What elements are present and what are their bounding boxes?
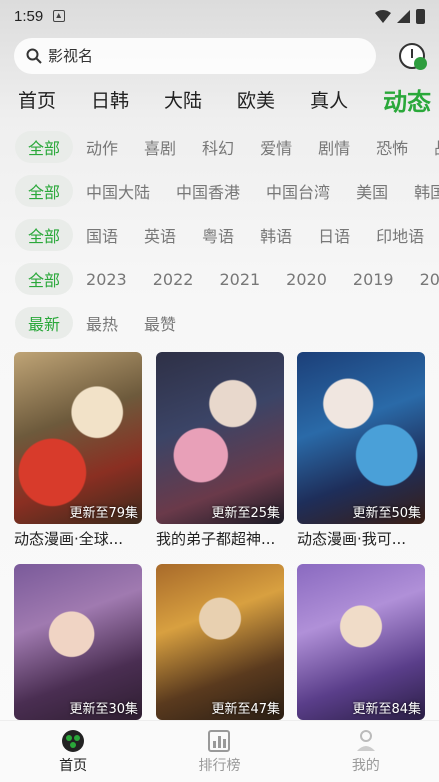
region-chip[interactable]: 韩国 — [401, 175, 439, 207]
language-chip[interactable]: 全部 — [15, 219, 74, 251]
update-badge: 更新至50集 — [352, 506, 421, 521]
search-row — [14, 38, 427, 74]
genre-chip[interactable]: 科幻 — [189, 131, 247, 163]
year-chip[interactable]: 2020 — [273, 266, 340, 293]
video-card[interactable]: 更新至30集 — [14, 564, 142, 720]
video-card[interactable]: 更新至79集 动态漫画·全球... — [14, 352, 142, 549]
video-card[interactable]: 更新至84集 — [297, 564, 425, 720]
video-card[interactable]: 更新至50集 动态漫画·我可... — [297, 352, 425, 549]
battery-icon — [416, 8, 425, 24]
poster-image: 更新至30集 — [14, 564, 142, 720]
nav-home[interactable]: 首页 — [23, 729, 123, 775]
search-input[interactable] — [48, 47, 348, 65]
main-tabs: 首页 日韩 大陆 欧美 真人 动态 — [0, 80, 439, 118]
clock-hand — [411, 49, 413, 58]
status-bar: 1:59 — [0, 0, 439, 32]
poster-image: 更新至79集 — [14, 352, 142, 524]
status-time: 1:59 — [14, 7, 44, 25]
year-chip[interactable]: 2021 — [206, 266, 273, 293]
bottom-nav: 首页 排行榜 我的 — [0, 720, 439, 782]
video-card[interactable]: 更新至47集 — [156, 564, 284, 720]
status-indicators — [375, 8, 425, 24]
year-filter-row: 全部 2023 2022 2021 2020 2019 2018 — [0, 263, 439, 295]
sort-chip[interactable]: 最热 — [73, 307, 131, 339]
language-chip[interactable]: 日语 — [305, 219, 363, 251]
tab-mainland[interactable]: 大陆 — [164, 86, 202, 113]
card-title: 动态漫画·全球... — [14, 530, 124, 548]
update-badge: 更新至84集 — [352, 702, 421, 717]
sort-filter-row: 最新 最热 最赞 — [0, 307, 439, 339]
poster-image: 更新至47集 — [156, 564, 284, 720]
search-box[interactable] — [14, 38, 376, 74]
nav-profile-label: 我的 — [351, 757, 380, 774]
bar-chart-icon — [208, 729, 231, 752]
genre-chip[interactable]: 剧情 — [305, 131, 363, 163]
year-chip[interactable]: 2022 — [140, 266, 207, 293]
profile-icon — [356, 729, 375, 751]
history-button[interactable] — [399, 43, 427, 70]
app-notification-icon — [53, 10, 66, 22]
region-chip[interactable]: 美国 — [343, 175, 401, 207]
genre-chip[interactable]: 喜剧 — [131, 131, 189, 163]
region-chip[interactable]: 中国台湾 — [253, 175, 343, 207]
video-card[interactable]: 更新至25集 我的弟子都超神... — [156, 352, 284, 549]
tab-japan-korea[interactable]: 日韩 — [91, 86, 129, 113]
language-filter-row: 全部 国语 英语 粤语 韩语 日语 印地语 — [0, 219, 439, 251]
poster-image: 更新至50集 — [297, 352, 425, 524]
genre-chip[interactable]: 爱情 — [247, 131, 305, 163]
region-chip[interactable]: 全部 — [15, 175, 74, 207]
year-chip[interactable]: 2023 — [73, 266, 140, 293]
nav-profile[interactable]: 我的 — [316, 729, 416, 775]
tab-home[interactable]: 首页 — [18, 86, 56, 113]
language-chip[interactable]: 韩语 — [247, 219, 305, 251]
wifi-icon — [375, 9, 391, 23]
genre-chip[interactable]: 动作 — [73, 131, 131, 163]
region-filter-row: 全部 中国大陆 中国香港 中国台湾 美国 韩国 — [0, 175, 439, 207]
signal-icon — [397, 9, 410, 23]
history-badge — [414, 57, 427, 70]
region-chip[interactable]: 中国香港 — [163, 175, 253, 207]
home-icon — [62, 729, 85, 752]
genre-filter-row: 全部 动作 喜剧 科幻 爱情 剧情 恐怖 战争 — [0, 131, 439, 163]
year-chip[interactable]: 2019 — [340, 266, 407, 293]
language-chip[interactable]: 英语 — [131, 219, 189, 251]
genre-chip[interactable]: 全部 — [15, 131, 74, 163]
nav-ranking[interactable]: 排行榜 — [169, 729, 269, 775]
region-chip[interactable]: 中国大陆 — [73, 175, 163, 207]
tab-live-action[interactable]: 真人 — [310, 86, 348, 113]
tab-western[interactable]: 欧美 — [237, 86, 275, 113]
tab-animated[interactable]: 动态 — [383, 82, 431, 117]
language-chip[interactable]: 印地语 — [363, 219, 437, 251]
sort-chip[interactable]: 最赞 — [131, 307, 189, 339]
card-title: 动态漫画·我可... — [297, 530, 407, 548]
update-badge: 更新至47集 — [211, 702, 280, 717]
poster-image: 更新至84集 — [297, 564, 425, 720]
genre-chip[interactable]: 战争 — [421, 131, 439, 163]
update-badge: 更新至25集 — [211, 506, 280, 521]
nav-ranking-label: 排行榜 — [198, 757, 241, 774]
year-chip[interactable]: 2018 — [407, 266, 439, 293]
language-chip[interactable]: 粤语 — [189, 219, 247, 251]
language-chip[interactable]: 国语 — [73, 219, 131, 251]
sort-chip[interactable]: 最新 — [15, 307, 74, 339]
genre-chip[interactable]: 恐怖 — [363, 131, 421, 163]
poster-image: 更新至25集 — [156, 352, 284, 524]
card-title: 我的弟子都超神... — [156, 530, 276, 548]
nav-home-label: 首页 — [59, 757, 88, 774]
update-badge: 更新至30集 — [69, 702, 138, 717]
update-badge: 更新至79集 — [69, 506, 138, 521]
search-icon — [26, 48, 42, 64]
year-chip[interactable]: 全部 — [15, 263, 74, 295]
